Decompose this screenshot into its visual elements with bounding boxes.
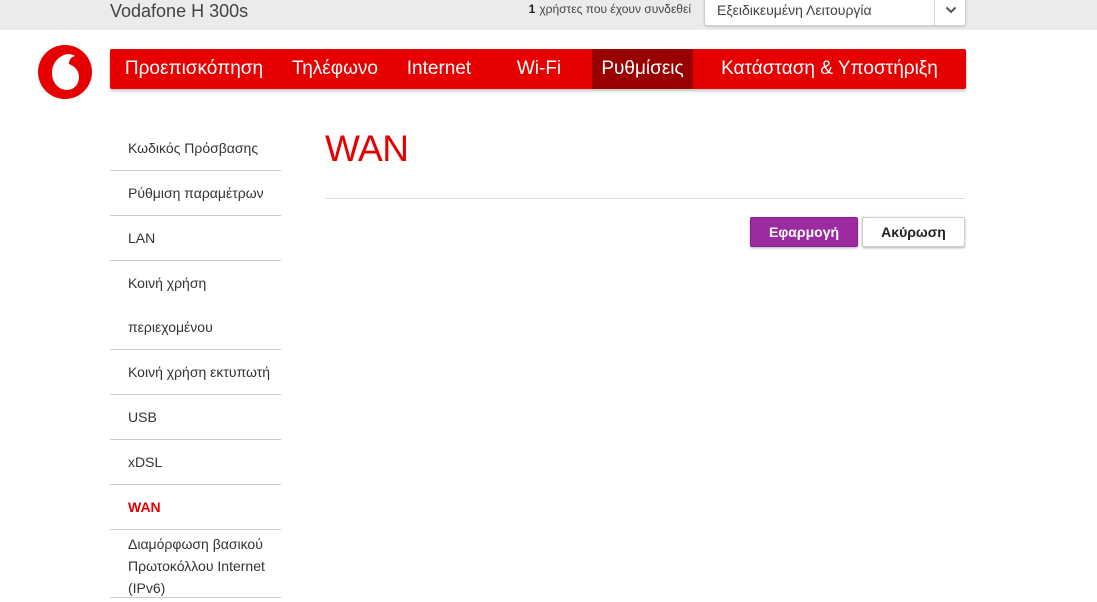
nav-internet[interactable]: Internet — [392, 49, 486, 89]
nav-status-support[interactable]: Κατάσταση & Υποστήριξη — [693, 49, 966, 89]
vodafone-logo-icon[interactable] — [38, 45, 92, 99]
sidebar-item-label: Κωδικός Πρόσβασης — [128, 140, 259, 156]
sidebar-item-label-line2: Πρωτοκόλλου Internet — [128, 558, 265, 574]
mode-select-divider — [934, 0, 935, 25]
sidebar-item-label: Ρύθμιση παραμέτρων — [128, 185, 264, 201]
title-divider — [325, 198, 965, 199]
sidebar-item-label: USB — [128, 409, 157, 425]
sidebar-item-printer-sharing[interactable]: Κοινή χρήση εκτυπωτή — [110, 350, 281, 395]
nav-overview[interactable]: Προεπισκόπηση — [110, 49, 278, 89]
sidebar-item-password[interactable]: Κωδικός Πρόσβασης — [110, 126, 281, 171]
sidebar-item-label-line1: Κοινή χρήση — [128, 275, 207, 291]
mode-select-value: Εξειδικευμένη Λειτουργία — [717, 2, 872, 18]
page-title: WAN — [325, 128, 409, 169]
sidebar-item-usb[interactable]: USB — [110, 395, 281, 440]
sidebar: Κωδικός Πρόσβασης Ρύθμιση παραμέτρων LAN… — [110, 126, 281, 598]
nav-wifi[interactable]: Wi-Fi — [486, 49, 592, 89]
mode-select[interactable]: Εξειδικευμένη Λειτουργία — [704, 0, 966, 26]
sidebar-item-label: xDSL — [128, 454, 163, 470]
sidebar-item-ipv6[interactable]: Διαμόρφωση βασικού Πρωτοκόλλου Internet … — [110, 530, 281, 598]
chevron-down-icon[interactable] — [936, 0, 966, 25]
device-model: Vodafone H 300s — [110, 1, 249, 21]
sidebar-item-label: Κοινή χρήση εκτυπωτή — [128, 364, 271, 380]
sidebar-item-label: WAN — [128, 499, 161, 515]
sidebar-item-label-line2: περιεχομένου — [128, 319, 213, 335]
top-bar: Vodafone H 300s 1 χρήστες που έχουν συνδε… — [0, 0, 1097, 30]
nav-telephone[interactable]: Τηλέφωνο — [278, 49, 392, 89]
cancel-button[interactable]: Ακύρωση — [862, 217, 965, 247]
sidebar-item-xdsl[interactable]: xDSL — [110, 440, 281, 485]
connected-users-label: χρήστες που έχουν συνδεθεί — [539, 2, 691, 16]
connected-users-count: 1 — [528, 2, 536, 16]
sidebar-item-content-sharing[interactable]: Κοινή χρήση περιεχομένου — [110, 261, 281, 350]
sidebar-item-wan[interactable]: WAN — [110, 485, 281, 530]
sidebar-item-parameters[interactable]: Ρύθμιση παραμέτρων — [110, 171, 281, 216]
sidebar-item-label-line1: Διαμόρφωση βασικού — [128, 536, 263, 552]
sidebar-item-lan[interactable]: LAN — [110, 216, 281, 261]
connected-users: 1 χρήστες που έχουν συνδεθεί — [529, 0, 691, 18]
apply-button[interactable]: Εφαρμογή — [750, 217, 858, 247]
main-nav: Προεπισκόπηση Τηλέφωνο Internet Wi-Fi Ρυ… — [110, 49, 966, 89]
sidebar-item-label-line3: (IPv6) — [128, 580, 166, 596]
nav-settings[interactable]: Ρυθμίσεις — [592, 49, 693, 89]
sidebar-item-label: LAN — [128, 230, 156, 246]
